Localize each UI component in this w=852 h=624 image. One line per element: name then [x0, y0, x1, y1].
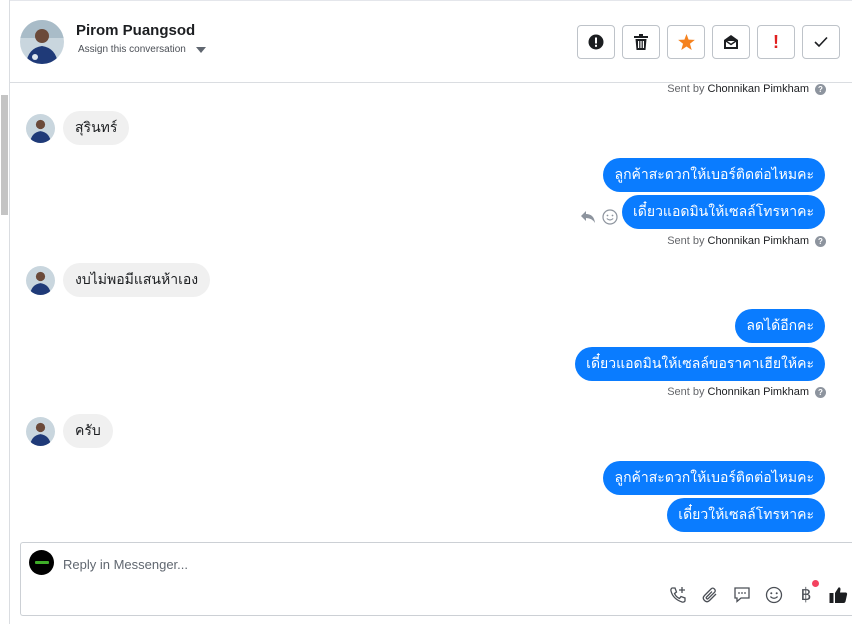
notification-dot: [812, 580, 819, 587]
outgoing-message-bubble[interactable]: เดี๋ยวแอดมินให้เซลล์ขอราคาเฮียให้คะ: [575, 347, 825, 381]
contact-avatar-small[interactable]: [26, 265, 55, 295]
checkmark-icon: [814, 36, 828, 48]
assign-label: Assign this conversation: [78, 44, 186, 55]
outgoing-message-bubble[interactable]: ลูกค้าสะดวกให้เบอร์ติดต่อไหมคะ: [603, 158, 825, 192]
outgoing-message-bubble[interactable]: ลูกค้าสะดวกให้เบอร์ติดต่อไหมคะ: [603, 461, 825, 495]
incoming-message-bubble[interactable]: ครับ: [63, 414, 113, 448]
sent-by-label: Sent by Chonnikan Pimkham ?: [667, 386, 826, 398]
contact-avatar[interactable]: [20, 20, 64, 64]
page-avatar: [29, 550, 54, 575]
caret-down-icon: [195, 46, 206, 53]
conversation-header: Pirom Puangsod Assign this conversation: [10, 1, 852, 83]
incoming-message-bubble[interactable]: งบไม่พอมีแสนห้าเอง: [63, 263, 211, 297]
contact-avatar-small[interactable]: [26, 113, 55, 143]
baht-symbol: ฿: [800, 585, 812, 605]
help-icon[interactable]: ?: [815, 235, 826, 247]
outgoing-message-bubble[interactable]: เดี๋ยวให้เซลล์โทรหาคะ: [667, 498, 825, 532]
like-icon[interactable]: [828, 585, 848, 605]
incoming-message-row: สุรินทร์: [26, 111, 130, 145]
reply-composer: ฿: [20, 542, 852, 616]
scrollbar-thumb[interactable]: [1, 95, 8, 215]
incoming-message-row: งบไม่พอมีแสนห้าเอง: [26, 263, 211, 297]
mark-done-button[interactable]: [802, 25, 840, 59]
exclamation-circle-icon: [588, 34, 604, 50]
emoji-icon[interactable]: [764, 585, 784, 605]
archive-icon: [724, 35, 738, 49]
star-icon: [677, 34, 695, 50]
sent-by-prefix: Sent by: [667, 235, 705, 247]
sent-by-prefix: Sent by: [667, 386, 705, 398]
star-button[interactable]: [667, 25, 705, 59]
conversation-actions: !: [577, 25, 840, 59]
sent-by-label: Sent by Chonnikan Pimkham ?: [667, 83, 826, 95]
delete-button[interactable]: [622, 25, 660, 59]
incoming-message-bubble[interactable]: สุรินทร์: [63, 111, 130, 145]
follow-up-button[interactable]: !: [757, 25, 795, 59]
left-scrollbar[interactable]: [0, 0, 10, 624]
react-emoji-icon[interactable]: [602, 209, 618, 225]
sender-name: Chonnikan Pimkham: [707, 386, 810, 398]
message-thread[interactable]: Sent by Chonnikan Pimkham ? สุรินทร์ ลูก…: [10, 83, 852, 541]
reply-input[interactable]: [61, 551, 561, 577]
composer-tools: ฿: [668, 580, 848, 605]
saved-replies-icon[interactable]: [732, 585, 752, 605]
reply-icon[interactable]: [580, 210, 596, 224]
help-icon[interactable]: ?: [815, 386, 826, 398]
sent-by-label: Sent by Chonnikan Pimkham ?: [667, 235, 826, 247]
contact-avatar-small[interactable]: [26, 416, 55, 446]
contact-name: Pirom Puangsod: [76, 22, 196, 39]
attachment-icon[interactable]: [700, 585, 720, 605]
message-hover-tools: [580, 209, 618, 225]
red-exclamation-icon: !: [773, 32, 779, 52]
trash-icon: [634, 34, 648, 50]
sender-name: Chonnikan Pimkham: [707, 83, 810, 95]
sender-name: Chonnikan Pimkham: [707, 235, 810, 247]
call-add-icon[interactable]: [668, 585, 688, 605]
outgoing-message-bubble[interactable]: เดี๋ยวแอดมินให้เซลล์โทรหาคะ: [621, 195, 825, 229]
sent-by-prefix: Sent by: [667, 83, 705, 95]
baht-payment-icon[interactable]: ฿: [796, 580, 819, 605]
help-icon[interactable]: ?: [815, 83, 826, 95]
mark-spam-button[interactable]: [577, 25, 615, 59]
outgoing-message-bubble[interactable]: ลดได้อีกคะ: [735, 309, 825, 343]
assign-conversation-dropdown[interactable]: Assign this conversation: [78, 44, 206, 55]
incoming-message-row: ครับ: [26, 414, 113, 448]
archive-button[interactable]: [712, 25, 750, 59]
